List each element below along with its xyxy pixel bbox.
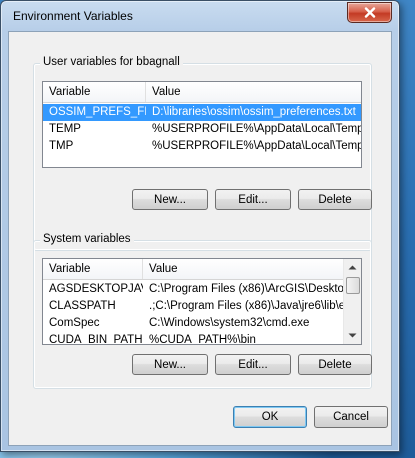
variable-name-cell: CUDA_BIN_PATH	[49, 334, 143, 345]
system-edit-button[interactable]: Edit...	[215, 354, 291, 375]
scroll-down-button[interactable]	[344, 327, 361, 344]
chevron-down-icon	[348, 333, 357, 338]
close-button[interactable]	[347, 2, 392, 23]
table-row[interactable]: TEMP %USERPROFILE%\AppData\Local\Temp	[43, 121, 361, 138]
table-row[interactable]: TMP %USERPROFILE%\AppData\Local\Temp	[43, 138, 361, 155]
variable-name-cell: OSSIM_PREFS_FILE	[49, 106, 146, 118]
variable-value-cell: C:\Program Files (x86)\ArcGIS\Desktop...	[149, 283, 344, 295]
variable-value-cell: D:\libraries\ossim\ossim_preferences.txt	[152, 106, 356, 118]
variable-name-cell: CLASSPATH	[49, 300, 116, 312]
user-delete-button[interactable]: Delete	[298, 189, 372, 210]
table-row[interactable]: CLASSPATH .;C:\Program Files (x86)\Java\j…	[43, 298, 344, 315]
user-variables-list[interactable]: Variable Value OSSIM_PREFS_FILE D:\librar…	[42, 81, 362, 168]
user-edit-button[interactable]: Edit...	[215, 189, 291, 210]
ok-button[interactable]: OK	[233, 406, 307, 428]
window-title: Environment Variables	[13, 9, 133, 23]
table-row[interactable]: OSSIM_PREFS_FILE D:\libraries\ossim\ossim…	[43, 104, 361, 121]
system-variables-scrollbar[interactable]	[343, 259, 361, 344]
table-row[interactable]: ComSpec C:\Windows\system32\cmd.exe	[43, 315, 344, 332]
scroll-thumb[interactable]	[346, 277, 360, 294]
environment-variables-dialog: Environment Variables User variables for…	[0, 0, 400, 452]
variable-value-cell: .;C:\Program Files (x86)\Java\jre6\lib\e…	[149, 300, 344, 312]
variable-value-cell: %CUDA_PATH%\bin	[149, 334, 256, 345]
column-header-variable[interactable]: Variable	[43, 259, 143, 279]
column-header-value[interactable]: Value	[143, 259, 346, 279]
system-variables-header: Variable Value	[43, 259, 344, 280]
user-variables-header: Variable Value	[43, 82, 361, 103]
variable-value-cell: %USERPROFILE%\AppData\Local\Temp	[152, 123, 361, 135]
system-new-button[interactable]: New...	[132, 354, 208, 375]
variable-name-cell: AGSDESKTOPJAVA	[49, 283, 143, 295]
close-icon	[364, 7, 375, 18]
system-variables-list[interactable]: Variable Value AGSDESKTOPJAVA C:\Program …	[42, 258, 362, 345]
variable-value-cell: %USERPROFILE%\AppData\Local\Temp	[152, 140, 361, 152]
column-header-variable[interactable]: Variable	[43, 82, 146, 102]
system-delete-button[interactable]: Delete	[298, 354, 372, 375]
variable-name-cell: ComSpec	[49, 317, 100, 329]
system-variables-label: System variables	[40, 233, 134, 245]
user-variables-group: User variables for bbagnall Variable Val…	[33, 56, 372, 251]
column-header-value[interactable]: Value	[146, 82, 361, 102]
user-new-button[interactable]: New...	[132, 189, 208, 210]
table-row[interactable]: CUDA_BIN_PATH %CUDA_PATH%\bin	[43, 332, 344, 345]
scroll-up-button[interactable]	[344, 259, 361, 276]
chevron-up-icon	[348, 265, 357, 270]
title-bar[interactable]: Environment Variables	[1, 1, 399, 31]
system-variables-group: System variables Variable Value AGSDESKT…	[33, 233, 372, 389]
dialog-client-area: User variables for bbagnall Variable Val…	[8, 31, 392, 446]
cancel-button[interactable]: Cancel	[314, 406, 388, 428]
user-variables-label: User variables for bbagnall	[40, 56, 183, 68]
variable-name-cell: TMP	[49, 140, 74, 152]
table-row[interactable]: AGSDESKTOPJAVA C:\Program Files (x86)\Arc…	[43, 281, 344, 298]
variable-name-cell: TEMP	[49, 123, 81, 135]
variable-value-cell: C:\Windows\system32\cmd.exe	[149, 317, 310, 329]
